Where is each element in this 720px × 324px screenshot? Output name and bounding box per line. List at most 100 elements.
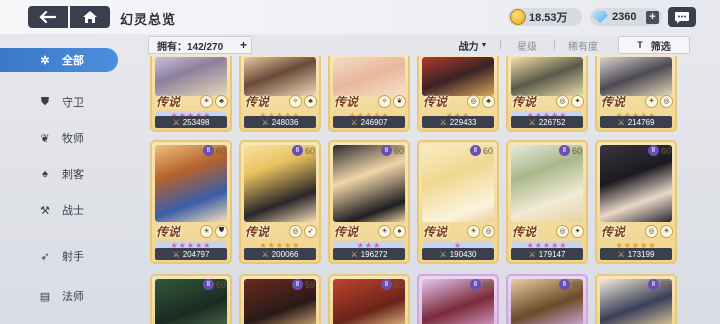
spirit-card[interactable]: Ⅱ 60 传说 ☀ ⛊ ★★★★★ ⚔ 204797 [150,140,232,264]
level-badge-icon: Ⅱ [291,279,303,290]
rarity-tag: 传说 [423,94,448,109]
spirit-card[interactable]: 传说 ✧ ❦ ★★★★★ ⚔246907 [328,56,410,132]
sort-power-label: 战力 [458,41,479,53]
power-value: 196272 [360,249,388,259]
level-indicator: Ⅱ 59 [291,279,315,290]
level-indicator: Ⅱ 59 [647,279,671,290]
sword-icon: ⚔ [439,249,447,259]
class-icon: ✦ [571,94,584,108]
spirit-card[interactable]: Ⅱ 60 传说 ☀ ♠ ★★★ ⚔ 196272 [328,140,410,264]
spirit-card[interactable]: Ⅱ 60 [506,274,588,324]
sword-icon: ⚔ [617,249,625,259]
level-indicator: Ⅱ 60 [469,279,493,290]
rarity-row: 传说 ◎ ♣ [421,92,495,110]
all-icon: ✲ [40,54,50,67]
element-icon: ✧ [289,94,302,108]
sidebar-item-archer[interactable]: ➶ 射手 [0,244,118,268]
power-bar: ⚔ 229433 [422,116,494,128]
character-portrait [600,57,672,96]
bow-icon: ➶ [40,250,50,263]
character-portrait [511,145,583,222]
hood-icon: ♠ [42,168,48,180]
sidebar-item-assassin[interactable]: ♠ 刺客 [0,162,118,186]
spirit-card[interactable]: Ⅱ 60 传说 ◎ ☀ ★★★★★ ⚔ 173199 [595,140,677,264]
level-indicator: Ⅱ 60 [647,145,671,156]
character-portrait [422,145,494,222]
chat-bubble-icon [675,11,689,23]
sidebar-item-mage[interactable]: ▤ 法师 [0,284,118,308]
element-icon: ◎ [289,224,302,238]
home-button[interactable] [70,6,110,28]
level-value: 60 [571,145,582,156]
character-portrait [244,145,316,222]
spirit-card[interactable]: Ⅱ 60 传说 ◎ ➶ ★★★★★ ⚔ 200066 [239,140,321,264]
class-icon: ◎ [482,224,495,238]
spirit-card[interactable]: 传说 ◎ ♣ ★★★ ⚔229433 [417,56,499,132]
element-icon: ☀ [200,94,213,108]
rarity-tag: 传说 [334,94,359,109]
spirit-card[interactable]: Ⅱ 60 [328,274,410,324]
filter-icon: T [637,40,643,50]
owned-count-dropdown[interactable]: 拥有：142/270 + [148,36,252,54]
sidebar-item-label: 法师 [62,291,84,303]
class-icon: ♠ [393,224,406,238]
level-indicator: Ⅱ 60 [380,279,404,290]
filter-label: 筛选 [650,41,671,53]
back-button[interactable] [28,6,68,28]
spirit-card[interactable]: Ⅱ 59 [239,274,321,324]
sword-icon: ⚔ [528,249,536,259]
sword-icon: ⚔ [617,117,625,127]
spirit-card[interactable]: Ⅱ 60 [417,274,499,324]
character-portrait [155,57,227,96]
home-icon [83,11,97,23]
rarity-row: 传说 ◎ ✦ [510,92,584,110]
level-value: 60 [393,145,404,156]
rarity-row: 传说 ☀ ♣ [154,92,228,110]
filter-button[interactable]: T 筛选 [618,36,690,54]
level-badge-icon: Ⅱ [469,279,481,290]
spirit-card[interactable]: Ⅱ 60 [150,274,232,324]
rarity-tag: 传说 [334,224,359,239]
add-gems-button[interactable]: + [646,10,659,24]
level-badge-icon: Ⅱ [202,279,214,290]
sword-icon: ⚔ [172,117,180,127]
class-icon: ⛊ [215,224,228,238]
sidebar-item-label: 守卫 [62,97,84,109]
rarity-row: 传说 ☀ ◎ [599,92,673,110]
level-badge-icon: Ⅱ [558,279,570,290]
sidebar-item-guardian[interactable]: ⛊ 守卫 [0,90,118,114]
sort-rarity-button[interactable]: 稀有度 [556,36,610,54]
spirit-card[interactable]: 传说 ◎ ✦ ★★★★★ ⚔226752 [506,56,588,132]
power-value: 179147 [538,249,566,259]
rarity-row: 传说 ☀ ♠ [332,222,406,240]
spirit-card[interactable]: Ⅱ 60 传说 ☀ ◎ ★ ⚔ 190430 [417,140,499,264]
spirit-card[interactable]: Ⅱ 60 传说 ◎ ✦ ★★★★★ ⚔ 179147 [506,140,588,264]
sidebar-item-priest[interactable]: ❦ 牧师 [0,126,118,150]
sword-icon: ⚔ [172,249,180,259]
spirit-card[interactable]: 传说 ☀ ♣ ★★★★★ ⚔253498 [150,56,232,132]
character-portrait [511,57,583,96]
spirit-card[interactable]: Ⅱ 59 [595,274,677,324]
power-value: 253498 [182,117,210,127]
level-value: 59 [660,279,671,290]
rarity-row: 传说 ◎ ☀ [599,222,673,240]
level-value: 59 [304,279,315,290]
level-value: 60 [215,145,226,156]
sidebar-item-warrior[interactable]: ⚒ 战士 [0,198,118,222]
spirit-card[interactable]: 传说 ☀ ◎ ★★★★★ ⚔214769 [595,56,677,132]
sort-star-button[interactable]: 星级 [502,36,552,54]
spirit-card[interactable]: 传说 ✧ ♣ ★★★★★ ⚔248036 [239,56,321,132]
power-value: 229433 [449,117,477,127]
character-portrait [155,145,227,222]
element-icon: ◎ [556,224,569,238]
sort-power-button[interactable]: 战力 ▼ [448,36,498,54]
sidebar-item-all[interactable]: ✲ 全部 [0,48,118,72]
character-portrait [600,145,672,222]
chat-button[interactable] [668,7,696,27]
class-icon: ❦ [393,94,406,108]
rarity-tag: 传说 [156,94,181,109]
character-portrait [244,57,316,96]
top-bar: 幻灵总览 18.53万 2360 + [0,0,720,34]
class-icon: ♣ [215,94,228,108]
level-value: 60 [482,279,493,290]
